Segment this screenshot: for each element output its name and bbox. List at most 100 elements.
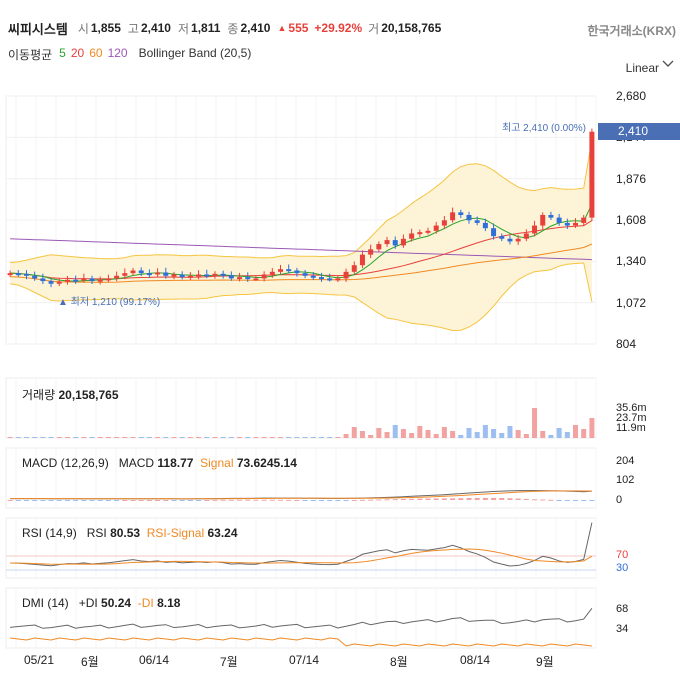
volume-bar [138, 437, 144, 438]
volume-bar [278, 437, 284, 438]
candle-body [343, 271, 349, 279]
macd-histogram-bar [81, 500, 87, 501]
candle-body [196, 274, 202, 277]
volume-bar [245, 437, 251, 438]
ma5-toggle[interactable]: 5 [59, 46, 66, 63]
candle-body [245, 277, 251, 280]
candle-body [310, 275, 316, 278]
candle-body [532, 225, 538, 234]
candle-body [212, 273, 218, 276]
macd-histogram-bar [441, 498, 447, 500]
volume-bar [7, 437, 13, 438]
candle-body [23, 273, 29, 276]
macd-histogram-bar [204, 499, 210, 501]
price-chart[interactable] [0, 0, 680, 697]
chevron-down-icon[interactable] [662, 57, 674, 71]
candle-body [73, 279, 79, 282]
volume-bar [417, 426, 423, 438]
x-axis-label: 8월 [390, 655, 408, 669]
macd-axis-3: 0 [616, 494, 623, 506]
stock-name: 씨피시스템 [8, 21, 68, 37]
macd-line [10, 490, 592, 500]
ma-label[interactable]: 이동평균 [8, 46, 52, 63]
candle-body [523, 233, 529, 239]
up-arrow-icon: ▲ [277, 23, 287, 33]
macd-histogram-bar [130, 499, 136, 501]
macd-histogram-bar [32, 500, 38, 501]
volume-bar [523, 434, 529, 438]
macd-axis-2: 102 [616, 474, 635, 486]
candle-body [351, 265, 357, 272]
volume-bar [196, 437, 202, 438]
candle-body [40, 278, 46, 282]
ma60-toggle[interactable]: 60 [89, 46, 102, 63]
volume-bar [466, 428, 472, 438]
candle-body [573, 222, 579, 226]
x-axis-label: 7월 [220, 655, 238, 669]
candle-body [278, 269, 284, 272]
volume-bar [351, 427, 357, 438]
price-axis-label: 1,340 [616, 254, 647, 269]
price-axis-label: 1,876 [616, 171, 647, 186]
macd-histogram-bar [384, 499, 390, 501]
price-axis-label: 804 [616, 337, 637, 351]
candle-body [105, 278, 111, 281]
candle-body [499, 236, 505, 239]
volume-bar [64, 437, 70, 438]
volume-bar [146, 437, 152, 438]
close-label: 종 [227, 21, 239, 36]
open-label: 시 [77, 21, 89, 36]
macd-panel-label: MACD (12,26,9) MACD 118.77 Signal 73.624… [22, 456, 297, 470]
scale-mode-select[interactable]: Linear [626, 61, 659, 75]
macd-histogram-bar [368, 499, 374, 501]
bollinger-toggle[interactable]: Bollinger Band (20,5) [139, 46, 252, 63]
candle-body [204, 274, 210, 277]
candle-body [81, 278, 87, 281]
ma20-toggle[interactable]: 20 [71, 46, 84, 63]
volume-bar [335, 437, 341, 438]
volume-bar [409, 433, 415, 438]
volume-bar [491, 429, 497, 438]
macd-histogram-bar [64, 500, 70, 501]
volume-bar [556, 428, 562, 438]
macd-histogram-bar [212, 499, 218, 501]
candle-body [253, 278, 259, 281]
macd-histogram-bar [581, 500, 587, 501]
close-value: 2,410 [240, 21, 271, 35]
candle-body [581, 217, 587, 223]
high-label: 고 [127, 21, 139, 36]
macd-histogram-bar [269, 499, 275, 501]
macd-histogram-bar [335, 500, 341, 501]
candle-body [548, 214, 554, 218]
candle-body [122, 273, 128, 276]
candle-body [32, 275, 38, 279]
current-price-tag: 2,410 [598, 123, 680, 140]
volume-bar [286, 437, 292, 438]
macd-histogram-bar [187, 500, 193, 501]
x-axis-label: 06/14 [139, 653, 170, 667]
candle-body [515, 238, 521, 242]
candle-body [368, 249, 374, 255]
candle-body [335, 278, 341, 281]
volume-bar [163, 437, 169, 438]
x-axis-label: 6월 [81, 655, 99, 669]
macd-histogram-bar [105, 500, 111, 501]
macd-histogram-bar [499, 498, 505, 500]
volume-bar [540, 431, 546, 438]
volume-bar [384, 432, 390, 438]
x-axis-label: 05/21 [24, 653, 55, 667]
candle-body [359, 254, 365, 266]
candle-body [286, 269, 292, 272]
candle-body [130, 270, 136, 274]
volume-bar [532, 408, 538, 438]
macd-histogram-bar [179, 500, 185, 501]
macd-histogram-bar [589, 500, 595, 501]
candle-body [458, 212, 464, 215]
volume-bar [269, 437, 275, 438]
candle-body [64, 279, 70, 282]
dmi-axis-34: 34 [616, 623, 629, 635]
volume-bar [548, 435, 554, 438]
x-axis-label: 07/14 [289, 653, 320, 667]
ma120-toggle[interactable]: 120 [108, 46, 128, 63]
candle-body [425, 230, 431, 233]
